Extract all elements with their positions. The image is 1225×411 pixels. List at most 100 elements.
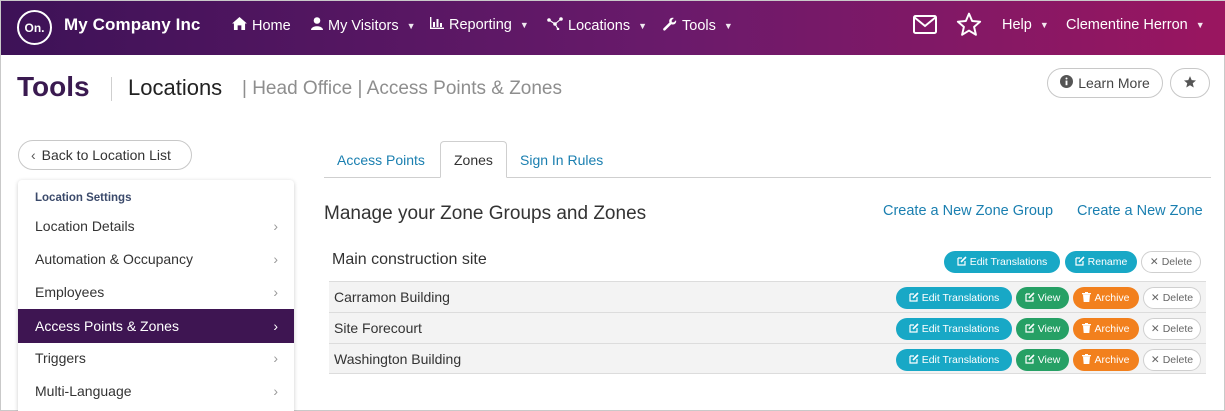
chevron-down-icon: ▼ [723,21,733,31]
learn-more-button[interactable]: Learn More [1047,68,1163,98]
info-icon [1060,75,1074,91]
edit-icon [1025,322,1035,336]
table-row: Washington Building Edit Translations Vi… [329,343,1206,374]
edit-translations-button[interactable]: Edit Translations [896,349,1012,371]
button-label: Archive [1094,323,1130,335]
company-logo[interactable]: On. [17,10,52,45]
edit-translations-button[interactable]: Edit Translations [896,287,1012,309]
close-icon: ✕ [1150,292,1160,304]
edit-icon [1025,353,1035,367]
tab-label: Sign In Rules [520,151,604,168]
edit-icon [909,291,919,305]
nav-help[interactable]: Help ▼ [1002,17,1049,33]
breadcrumb-trail: | Head Office | Access Points & Zones [242,78,563,99]
star-icon[interactable] [956,12,982,42]
company-name[interactable]: My Company Inc [64,15,200,35]
section-title: Manage your Zone Groups and Zones [324,203,647,224]
back-to-location-list-button[interactable]: ‹ Back to Location List [18,140,192,170]
chevron-right-icon: › [273,218,278,234]
back-button-label: Back to Location List [41,147,171,163]
nav-home[interactable]: Home [232,17,291,34]
close-icon: ✕ [1150,323,1160,335]
zone-group-name: Main construction site [332,251,487,268]
table-row: Site Forecourt Edit Translations View Ar… [329,312,1206,343]
sidebar-item-label: Location Details [35,218,135,234]
tab-zones[interactable]: Zones [440,141,507,178]
tab-label: Zones [454,151,493,168]
top-navbar: On. My Company Inc Home My Visitors ▼ Re… [1,1,1225,55]
sidebar-heading: Location Settings [35,192,132,204]
button-label: View [1037,292,1061,304]
bar-chart-icon [430,17,444,33]
delete-button[interactable]: ✕ Delete [1143,349,1201,371]
button-label: Edit Translations [921,354,1000,366]
sidebar-item-label: Employees [35,284,105,300]
button-label: Delete [1162,354,1194,366]
sidebar-item-label: Triggers [35,350,86,366]
tab-access-points[interactable]: Access Points [324,141,438,178]
view-button[interactable]: View [1016,287,1069,309]
nav-my-visitors-label: My Visitors [328,17,399,34]
nav-user-menu[interactable]: Clementine Herron ▼ [1066,17,1205,33]
nav-locations[interactable]: Locations ▼ [547,17,647,34]
archive-button[interactable]: Archive [1073,318,1139,340]
edit-icon [909,353,919,367]
trash-icon [1082,353,1092,367]
sidebar-item-employees[interactable]: Employees › [18,275,294,309]
view-button[interactable]: View [1016,349,1069,371]
chevron-right-icon: › [273,383,278,399]
button-label: Delete [1161,256,1193,268]
nav-tools[interactable]: Tools ▼ [663,17,733,35]
chevron-down-icon: ▼ [638,20,647,31]
nav-locations-label: Locations [568,17,631,34]
sidebar-item-access-points-zones[interactable]: Access Points & Zones › [18,309,294,343]
sidebar-item-triggers[interactable]: Triggers › [18,341,294,375]
nav-reporting[interactable]: Reporting ▼ [430,17,529,33]
create-zone-group-link[interactable]: Create a New Zone Group [883,203,1053,219]
nav-reporting-label: Reporting [449,17,512,33]
nav-my-visitors[interactable]: My Visitors ▼ [311,17,416,34]
chevron-right-icon: › [273,251,278,267]
trash-icon [1082,291,1092,305]
archive-button[interactable]: Archive [1073,349,1139,371]
user-icon [311,17,323,34]
button-label: Rename [1087,256,1128,268]
title-divider [111,77,112,101]
tab-sign-in-rules[interactable]: Sign In Rules [507,141,616,178]
view-button[interactable]: View [1016,318,1069,340]
create-zone-link[interactable]: Create a New Zone [1077,203,1203,219]
sidebar-item-automation-occupancy[interactable]: Automation & Occupancy › [18,242,294,276]
delete-button[interactable]: ✕ Delete [1143,287,1201,309]
favorite-button[interactable] [1170,68,1210,98]
sidebar-item-label: Access Points & Zones [35,318,179,334]
button-label: Edit Translations [969,256,1048,268]
group-edit-translations-button[interactable]: Edit Translations [944,251,1060,273]
delete-button[interactable]: ✕ Delete [1143,318,1201,340]
location-settings-menu: Location Settings Location Details › Aut… [18,180,294,411]
chevron-down-icon: ▼ [1195,20,1205,30]
button-label: Edit Translations [921,323,1000,335]
edit-icon [1075,255,1085,269]
chevron-right-icon: › [273,318,278,334]
trash-icon [1082,322,1092,336]
chevron-down-icon: ▼ [1039,20,1049,30]
sidebar-item-location-details[interactable]: Location Details › [18,209,294,243]
zone-name: Washington Building [334,351,462,367]
sidebar-item-multi-language[interactable]: Multi-Language › [18,374,294,408]
edit-translations-button[interactable]: Edit Translations [896,318,1012,340]
button-label: View [1037,354,1061,366]
zone-name: Site Forecourt [334,320,422,336]
archive-button[interactable]: Archive [1073,287,1139,309]
edit-icon [1025,291,1035,305]
mail-icon[interactable] [913,15,937,39]
chevron-left-icon: ‹ [31,147,36,163]
button-label: View [1037,323,1061,335]
user-name: Clementine Herron [1066,17,1188,33]
group-delete-button[interactable]: ✕ Delete [1141,251,1201,273]
zones-table: Carramon Building Edit Translations View… [329,281,1206,374]
group-rename-button[interactable]: Rename [1065,251,1137,273]
wrench-icon [663,17,677,35]
nav-home-label: Home [252,17,291,34]
home-icon [232,17,247,34]
sidebar-item-label: Multi-Language [35,383,132,399]
